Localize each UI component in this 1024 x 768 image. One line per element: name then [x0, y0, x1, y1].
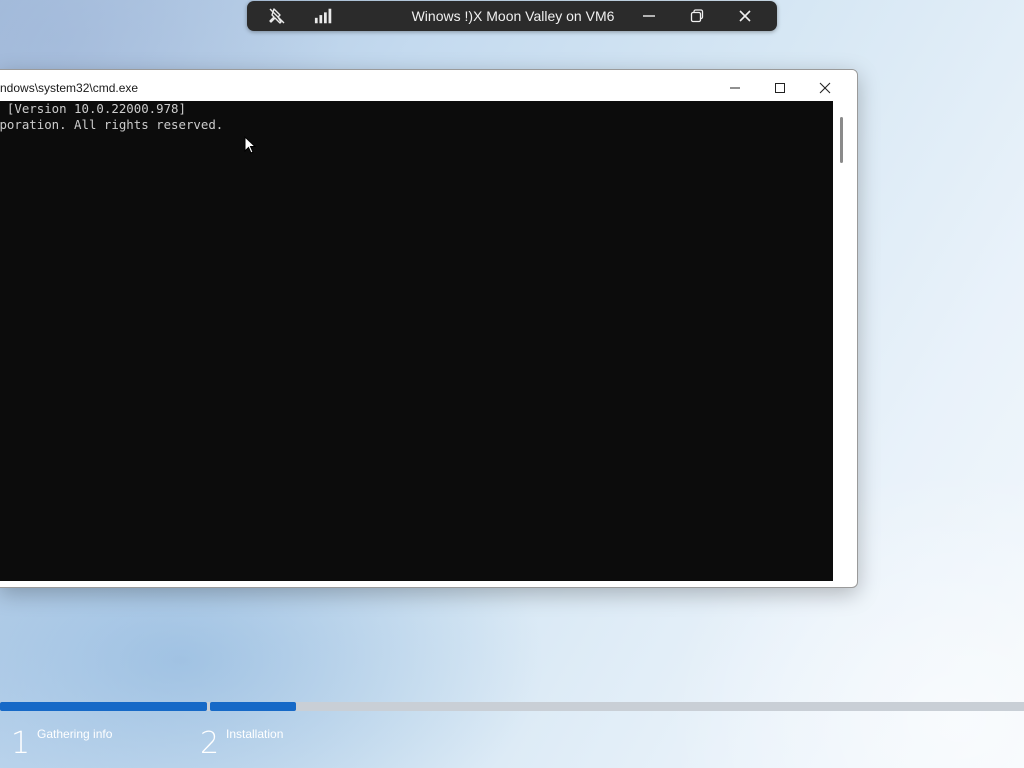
- maximize-icon: [775, 83, 785, 93]
- console-line: s [Version 10.0.22000.978]: [0, 101, 186, 116]
- restore-icon: [690, 9, 704, 23]
- connection-close-button[interactable]: [733, 5, 757, 27]
- setup-progress: 1 Gathering info 2 Installation: [0, 702, 1024, 768]
- console-line: rporation. All rights reserved.: [0, 117, 224, 132]
- connection-signal-icon[interactable]: [314, 6, 334, 26]
- progress-track: [0, 702, 1024, 711]
- unpin-icon[interactable]: [267, 6, 287, 26]
- close-icon: [819, 82, 831, 94]
- connection-title: Winows !)X Moon Valley on VM6: [411, 8, 615, 24]
- mouse-pointer-icon: [244, 136, 257, 154]
- step-label: Gathering info: [37, 727, 113, 741]
- progress-step1-fill: [0, 702, 207, 711]
- cmd-minimize-button[interactable]: [715, 76, 755, 100]
- cmd-maximize-button[interactable]: [760, 76, 800, 100]
- connection-restore-button[interactable]: [685, 5, 709, 27]
- minimize-icon: [643, 15, 655, 17]
- connection-minimize-button[interactable]: [637, 5, 661, 27]
- progress-step2-fill: [210, 702, 296, 711]
- step-number: 1: [11, 726, 31, 761]
- remote-connection-bar: Winows !)X Moon Valley on VM6: [247, 1, 777, 31]
- cmd-close-button[interactable]: [805, 76, 845, 100]
- cmd-window-title: ndows\system32\cmd.exe: [0, 81, 139, 95]
- close-icon: [739, 10, 751, 22]
- console-scrollbar[interactable]: [833, 101, 850, 581]
- scrollbar-thumb[interactable]: [840, 117, 843, 163]
- minimize-icon: [730, 87, 740, 89]
- cmd-titlebar[interactable]: ndows\system32\cmd.exe: [0, 70, 857, 101]
- step-label: Installation: [226, 727, 284, 741]
- cmd-window[interactable]: ndows\system32\cmd.exe s [Version 10.0.2…: [0, 69, 858, 588]
- console-output[interactable]: s [Version 10.0.22000.978] rporation. Al…: [0, 101, 833, 581]
- step-number: 2: [200, 726, 220, 761]
